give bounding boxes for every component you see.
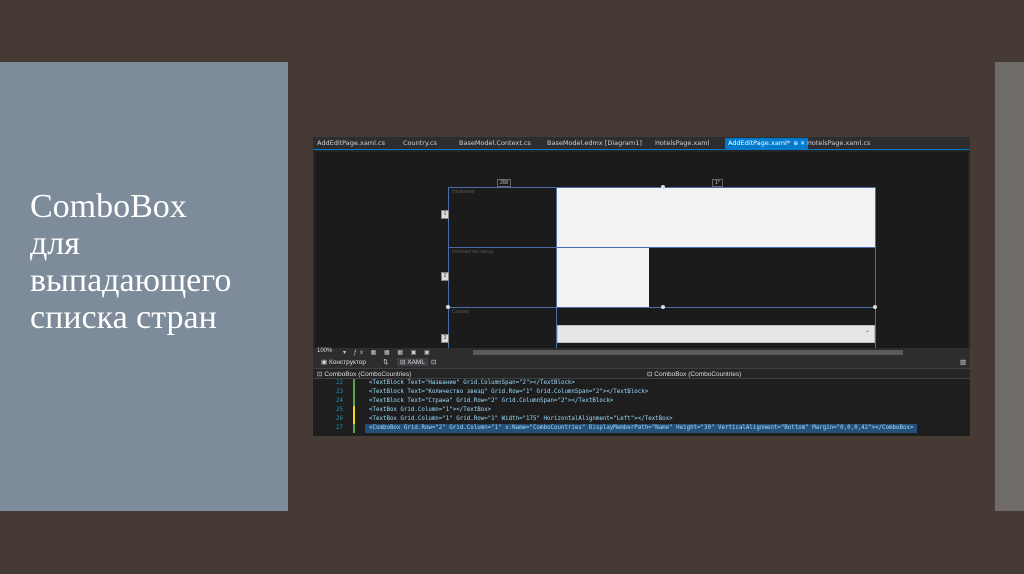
- code-line-selected[interactable]: 27 <ComboBox Grid.Row="2" Grid.Column="1…: [313, 424, 970, 433]
- slide-title-line-4: списка стран: [30, 299, 217, 336]
- breadcrumb-left-label: ComboBox (ComboCountries): [324, 371, 412, 378]
- change-marker: [353, 415, 355, 424]
- tab-design-label: Конструктор: [328, 359, 367, 366]
- code-text[interactable]: <TextBlock Text="Количество звезд" Grid.…: [369, 388, 648, 397]
- collapse-icon[interactable]: ⊡: [431, 358, 436, 366]
- view-tab-bar: ▣ Конструктор ⇅ ⊟ XAML ⊡ ▥: [313, 357, 970, 368]
- tab-design[interactable]: ▣ Конструктор: [321, 358, 366, 366]
- code-line[interactable]: 26 <TextBox Grid.Column="1" Grid.Row="1"…: [313, 415, 970, 424]
- designer-toolbar: 100% ▾ ƒx ▦ ▦ ▦ ▣ ▣: [313, 348, 970, 357]
- resize-handle[interactable]: [661, 185, 665, 189]
- code-line[interactable]: 23 <TextBlock Text="Количество звезд" Gr…: [313, 388, 970, 397]
- combobox-countries[interactable]: ⌄: [557, 325, 875, 343]
- code-text[interactable]: <ComboBox Grid.Row="2" Grid.Column="1" x…: [365, 424, 918, 433]
- code-text[interactable]: <TextBox Grid.Column="1"></TextBox>: [369, 406, 491, 415]
- line-number: 23: [336, 389, 343, 395]
- horizontal-scrollbar[interactable]: [473, 350, 903, 355]
- slide-title-line-2: для: [30, 225, 80, 262]
- grid-toggle-icons[interactable]: ▾ ƒx ▦ ▦ ▦ ▣ ▣: [343, 349, 433, 356]
- code-editor[interactable]: 22 <TextBlock Text="Название" Grid.Colum…: [313, 379, 970, 436]
- code-line[interactable]: 24 <TextBlock Text="Страна" Grid.Row="2"…: [313, 397, 970, 406]
- tab-xaml-label: XAML: [407, 359, 425, 366]
- textbox-stars[interactable]: [557, 248, 649, 307]
- label-country: Страна: [452, 309, 470, 315]
- breadcrumb-right-label: ComboBox (ComboCountries): [654, 371, 742, 378]
- swap-icon[interactable]: ⇅: [383, 358, 388, 366]
- tab-addeditpage-cs[interactable]: AddEditPage.xaml.cs: [317, 139, 385, 147]
- document-tab-bar: AddEditPage.xaml.cs Country.cs BaseModel…: [313, 137, 970, 150]
- slide-title-line-3: выпадающего: [30, 262, 232, 299]
- tab-hotelspage-xaml[interactable]: HotelsPage.xaml: [655, 139, 709, 147]
- label-stars: Количество звезд: [452, 249, 493, 255]
- code-text[interactable]: <TextBlock Text="Название" Grid.ColumnSp…: [369, 379, 575, 388]
- row-marker-3[interactable]: 3: [441, 334, 449, 343]
- code-text[interactable]: <TextBox Grid.Column="1" Grid.Row="1" Wi…: [369, 415, 673, 424]
- line-number: 22: [336, 380, 343, 386]
- slide-title-line-1: ComboBox: [30, 188, 187, 225]
- line-number: 25: [336, 407, 343, 413]
- change-marker: [353, 379, 355, 388]
- xaml-designer: 200 1* 1 2 3 Название Количество звезд С…: [313, 150, 970, 348]
- tab-hotelspage-cs[interactable]: HotelsPage.xaml.cs: [807, 139, 870, 147]
- ide-screenshot: AddEditPage.xaml.cs Country.cs BaseModel…: [313, 137, 970, 436]
- column-star-label[interactable]: 1*: [712, 179, 723, 187]
- zoom-level[interactable]: 100%: [317, 348, 332, 354]
- breadcrumb-right[interactable]: ⊡ ComboBox (ComboCountries): [647, 370, 741, 378]
- line-number: 24: [336, 398, 343, 404]
- grid-right-line: [875, 187, 876, 348]
- code-line[interactable]: 25 <TextBox Grid.Column="1"></TextBox>: [313, 406, 970, 415]
- grid-row-line-1[interactable]: [448, 247, 876, 248]
- tab-country-cs[interactable]: Country.cs: [403, 139, 437, 147]
- code-line[interactable]: 22 <TextBlock Text="Название" Grid.Colum…: [313, 379, 970, 388]
- row-marker-2[interactable]: 2: [441, 272, 449, 281]
- breadcrumb-bar: ⊡ ComboBox (ComboCountries) ⊡ ComboBox (…: [313, 368, 970, 379]
- breadcrumb-left[interactable]: ⊡ ComboBox (ComboCountries): [317, 370, 411, 378]
- code-text[interactable]: <TextBlock Text="Страна" Grid.Row="2" Gr…: [369, 397, 613, 406]
- change-marker: [353, 406, 355, 415]
- chevron-down-icon[interactable]: ⌄: [865, 327, 870, 334]
- change-marker: [353, 388, 355, 397]
- design-canvas[interactable]: 200 1* 1 2 3 Название Количество звезд С…: [315, 152, 968, 348]
- change-marker: [353, 424, 355, 433]
- tab-basemodel-context[interactable]: BaseModel.Context.cs: [459, 139, 531, 147]
- change-marker: [353, 397, 355, 406]
- resize-handle[interactable]: [873, 305, 877, 309]
- tab-basemodel-edmx[interactable]: BaseModel.edmx [Diagram1]: [547, 139, 642, 147]
- slide-title: ComboBox для выпадающего списка стран: [30, 188, 280, 336]
- tab-xaml[interactable]: ⊟ XAML: [397, 358, 428, 366]
- line-number: 27: [336, 425, 343, 431]
- tab-addeditpage-xaml[interactable]: AddEditPage.xaml* ⊕ ✕: [725, 138, 809, 149]
- resize-handle[interactable]: [661, 305, 665, 309]
- line-number: 26: [336, 416, 343, 422]
- label-name: Название: [452, 189, 475, 195]
- resize-handle[interactable]: [446, 305, 450, 309]
- textbox-name[interactable]: [557, 188, 875, 247]
- right-decor-strip: [995, 62, 1024, 511]
- tab-pin-icon[interactable]: ⊕ ✕: [793, 140, 805, 147]
- row-marker-1[interactable]: 1: [441, 210, 449, 219]
- split-icon[interactable]: ▥: [960, 358, 966, 366]
- tab-active-label: AddEditPage.xaml*: [728, 139, 791, 147]
- column-width-label[interactable]: 200: [497, 179, 512, 187]
